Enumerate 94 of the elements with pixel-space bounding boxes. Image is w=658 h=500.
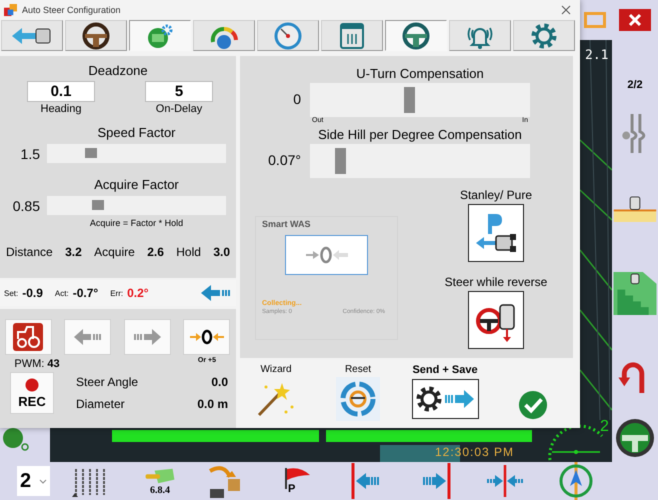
left-arrow-icon[interactable] bbox=[350, 463, 382, 499]
diameter-value: 0.0 m bbox=[197, 397, 228, 411]
pwm-readout: PWM: 43 bbox=[14, 358, 60, 370]
status-label: Act: bbox=[54, 288, 69, 298]
checkmark-icon[interactable] bbox=[518, 390, 548, 420]
readout-value: 3.2 bbox=[65, 245, 82, 259]
slider-value: 1.5 bbox=[20, 146, 41, 162]
field-label: On-Delay bbox=[156, 103, 202, 115]
speedometer-icon bbox=[274, 22, 302, 50]
window-title: Auto Steer Configuration bbox=[22, 5, 122, 15]
slider-thumb[interactable] bbox=[404, 87, 416, 113]
steering-wheel-icon bbox=[82, 22, 110, 50]
slider-thumb[interactable] bbox=[335, 148, 346, 174]
app-icon bbox=[4, 4, 17, 16]
right-arrow-icon[interactable] bbox=[420, 463, 452, 499]
slider-track[interactable] bbox=[47, 144, 226, 163]
steer-right-button[interactable] bbox=[124, 319, 171, 355]
send-save-button[interactable] bbox=[412, 379, 478, 419]
left-arrow-icon bbox=[72, 328, 103, 346]
zero-button[interactable] bbox=[183, 319, 230, 355]
terrain-steps-icon[interactable] bbox=[613, 272, 657, 315]
slider-value: 0.07° bbox=[267, 152, 302, 168]
compass-icon[interactable] bbox=[558, 462, 594, 500]
flag-button[interactable]: P bbox=[282, 467, 312, 495]
diameter-label: Diameter bbox=[76, 397, 126, 411]
status-value: -0.9 bbox=[22, 286, 43, 300]
settings-icon bbox=[530, 22, 558, 50]
tab[interactable] bbox=[65, 20, 127, 51]
steer-angle-value: 0.0 bbox=[210, 375, 228, 389]
slider-thumb[interactable] bbox=[85, 148, 98, 158]
steering-wheel-icon[interactable] bbox=[615, 418, 655, 458]
panel-icon bbox=[338, 22, 366, 50]
toggle-label: Steer while reverse bbox=[444, 275, 548, 289]
status-label: Err: bbox=[110, 288, 124, 298]
steer-angle-label: Steer Angle bbox=[76, 375, 140, 389]
clock-text: 12:30:03 PM bbox=[435, 445, 514, 459]
zoom-level: 2.1 bbox=[585, 48, 608, 63]
slider-title: Speed Factor bbox=[96, 125, 177, 140]
slider-title: Side Hill per Degree Compensation bbox=[317, 127, 523, 142]
section-dropdown[interactable]: 2 bbox=[17, 466, 50, 496]
steer-left-button[interactable] bbox=[64, 319, 112, 355]
globe-icon[interactable] bbox=[0, 426, 30, 452]
formula-note: Acquire = Factor * Hold bbox=[88, 218, 184, 228]
page-indicator: 2/2 bbox=[627, 78, 643, 92]
section-title: Deadzone bbox=[87, 63, 149, 78]
group-title: Smart WAS bbox=[262, 219, 312, 229]
field-label: Heading bbox=[40, 103, 82, 115]
status-label: Set: bbox=[4, 288, 18, 298]
caret-icon bbox=[39, 478, 47, 484]
left-arrow-icon bbox=[200, 283, 232, 303]
wizard-label: Wizard bbox=[260, 364, 292, 375]
close-icon bbox=[628, 13, 642, 27]
close-icon bbox=[561, 5, 571, 15]
calibrate-button[interactable] bbox=[285, 235, 368, 275]
stanley-pure-button[interactable] bbox=[468, 204, 524, 262]
center-zero-icon bbox=[304, 245, 348, 265]
tractor-level-icon[interactable] bbox=[613, 195, 657, 222]
reset-label: Reset bbox=[344, 364, 372, 375]
slider-track[interactable] bbox=[47, 196, 226, 215]
value-field[interactable]: 0.1 bbox=[27, 81, 95, 102]
close-button[interactable] bbox=[619, 9, 651, 31]
steer-reverse-button[interactable] bbox=[468, 291, 524, 349]
slider-value: 0 bbox=[292, 91, 302, 107]
center-zero-icon bbox=[188, 328, 225, 346]
record-dot-icon bbox=[25, 378, 39, 392]
slider-thumb[interactable] bbox=[92, 200, 104, 210]
status-value: 0.2° bbox=[127, 286, 149, 300]
readout-value: 3.0 bbox=[213, 245, 230, 259]
gauge-value: 2 bbox=[600, 418, 609, 436]
center-arrows-icon[interactable] bbox=[485, 463, 525, 499]
version-button[interactable]: 6.8.4 bbox=[140, 466, 180, 496]
send-save-label: Send + Save bbox=[412, 364, 478, 376]
readout-label: Hold bbox=[176, 245, 201, 259]
tab[interactable] bbox=[1, 20, 63, 51]
tractor-icon bbox=[13, 323, 43, 351]
record-button[interactable]: REC bbox=[10, 372, 54, 414]
reset-icon[interactable] bbox=[336, 377, 380, 421]
toggle-label: Stanley/ Pure bbox=[460, 188, 532, 202]
right-arrow-icon bbox=[132, 328, 162, 346]
value-field[interactable]: 5 bbox=[145, 81, 213, 102]
slider-title: Acquire Factor bbox=[93, 177, 180, 192]
tractor-button[interactable] bbox=[4, 319, 52, 355]
readout-value: 2.6 bbox=[147, 245, 164, 259]
readout-label: Acquire bbox=[94, 245, 135, 259]
tab[interactable] bbox=[385, 20, 447, 51]
slider-track[interactable] bbox=[310, 83, 530, 117]
slider-title: U-Turn Compensation bbox=[355, 66, 485, 81]
tractor-swap-icon[interactable] bbox=[206, 463, 242, 499]
slider-value: 0.85 bbox=[12, 198, 41, 214]
readout-label: Distance bbox=[6, 245, 53, 259]
slider-track[interactable] bbox=[310, 144, 530, 178]
steering-wheel-icon bbox=[402, 22, 430, 50]
globe-gear-icon bbox=[146, 22, 174, 50]
status-value: -0.7° bbox=[72, 286, 98, 300]
